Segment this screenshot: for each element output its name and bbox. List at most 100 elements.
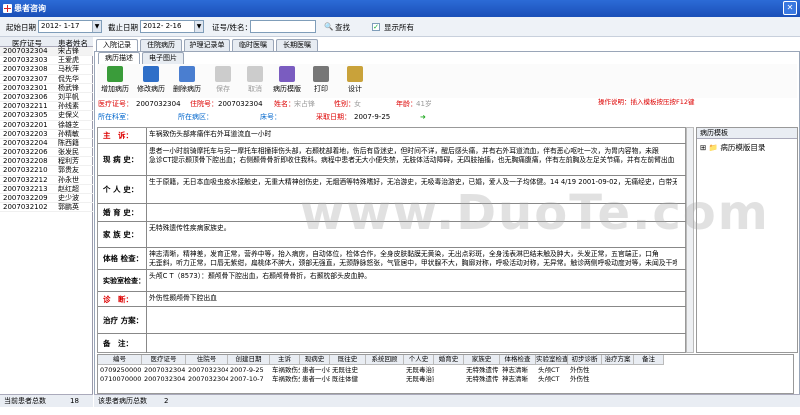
column-header[interactable]: 备注 [634, 355, 664, 365]
list-item[interactable]: 2007032213 赵红超 [0, 185, 93, 194]
tab-inpatient[interactable]: 住院病历 [140, 39, 182, 51]
tab-images[interactable]: 电子图片 [142, 52, 184, 64]
list-item[interactable]: 2007032211 孙线素 [0, 102, 93, 112]
list-item[interactable]: 2007032206 张发民 [0, 148, 93, 158]
table-cell[interactable]: 2007032304 [186, 375, 228, 383]
table-cell[interactable]: 无既毒治家 [404, 366, 434, 374]
records-grid: 编号 0709250000 0710070000 医疗证号 2007032304 2007… [97, 354, 794, 394]
column-header[interactable]: 现病史 [300, 355, 330, 365]
refresh-icon[interactable]: ➜ [420, 112, 426, 123]
start-date-picker[interactable]: 2012- 1-17 ▼ [38, 20, 102, 33]
close-button[interactable]: ✕ [783, 1, 797, 15]
column-header[interactable]: 既往史 [330, 355, 366, 365]
diagnosis-field[interactable]: 外伤性颞颅骨下腔出血 [149, 294, 677, 302]
column-header[interactable]: 婚育史 [434, 355, 464, 365]
design-button[interactable]: 设计 [337, 64, 373, 98]
dropdown-arrow-icon[interactable]: ▼ [194, 21, 203, 32]
template-button[interactable]: 病历模版 [269, 64, 305, 98]
binoculars-icon[interactable]: 🔍 [324, 22, 333, 31]
show-all-checkbox[interactable]: ✓ [372, 22, 380, 31]
watermark: www.DuoTe.com [300, 185, 770, 241]
table-cell[interactable]: 0710070000 [98, 375, 142, 383]
table-cell[interactable]: 2007032304 [142, 366, 186, 374]
template-tree-root[interactable]: ⊞ 📁 病历模版目录 [700, 142, 765, 153]
table-cell[interactable]: 头颅CT [536, 375, 568, 383]
present-illness-line2[interactable]: 急诊CT提示颞顶骨下腔出血；右侧颞骨骨折即收住我科。病程中患者无大小便失禁，无肢… [149, 156, 677, 164]
physical-exam-line1[interactable]: 神志清晰，精神差，发育正常，营养中等，抬入病房，自动体位，检体合作，全身皮肤黏膜… [149, 250, 677, 258]
dropdown-arrow-icon[interactable]: ▼ [92, 21, 101, 32]
complaint-field[interactable]: 车祸致伤头部疼痛伴右外耳道流血一小时 [149, 130, 677, 138]
list-item[interactable]: 2007032209 史少波 [0, 194, 93, 204]
column-header[interactable]: 个人史 [404, 355, 434, 365]
column-header[interactable]: 治疗方案 [602, 355, 634, 365]
table-cell[interactable]: 神志清晰 [500, 366, 536, 374]
column-header[interactable]: 创建日期 [228, 355, 270, 365]
list-item[interactable]: 2007032305 史保义 [0, 111, 93, 121]
table-cell[interactable]: 无既往史 [330, 366, 366, 374]
list-item[interactable]: 2007032201 徐雄芝 [0, 121, 93, 130]
table-cell[interactable]: 外伤性 [568, 366, 602, 374]
save-icon [215, 66, 231, 82]
table-cell[interactable]: 患者一小时前 [300, 366, 330, 374]
list-item[interactable]: 2007032306 刘平帆 [0, 93, 93, 103]
physical-exam-line2[interactable]: 无歪斜，听力正常，口唇无紫绀，扁桃体不肿大，颈部无强直，无颈静脉怒张，气管居中，… [149, 259, 677, 267]
list-item[interactable]: 2007032301 杨武锋 [0, 84, 93, 93]
list-item[interactable]: 2007032203 孙精敏 [0, 130, 93, 139]
table-cell[interactable]: 2007032304 [186, 366, 228, 374]
table-cell[interactable]: 车祸致伤头部 [270, 366, 300, 374]
list-item[interactable]: 2007032204 陈西籍 [0, 139, 93, 149]
table-cell[interactable]: 患者一小时前 [300, 375, 330, 383]
cancel-button[interactable]: 取消 [237, 64, 273, 98]
list-item[interactable]: 2007032303 王爱虎 [0, 56, 93, 66]
end-date-picker[interactable]: 2012- 2-16 ▼ [140, 20, 204, 33]
expand-icon[interactable]: ⊞ [700, 143, 706, 152]
id-name-label: 证号/姓名： [212, 23, 253, 32]
add-record-button[interactable]: 增加病历 [97, 64, 133, 98]
list-item[interactable]: 2007032304 宋占锋 [0, 47, 93, 57]
search-input[interactable] [250, 20, 316, 33]
tab-long-orders[interactable]: 长期医嘱 [276, 39, 318, 51]
table-cell[interactable]: 车祸致伤头 [270, 375, 300, 383]
column-header[interactable]: 体格检查 [500, 355, 536, 365]
tab-temp-orders[interactable]: 临时医嘱 [232, 39, 274, 51]
delete-record-button[interactable]: 删除病历 [169, 64, 205, 98]
column-header[interactable]: 家族史 [464, 355, 500, 365]
column-header[interactable]: 初步诊断 [568, 355, 602, 365]
name-value: 宋占锋 [294, 100, 315, 108]
list-item[interactable]: 2007032308 马秋萍 [0, 65, 93, 75]
table-cell[interactable]: 头颅CT [536, 366, 568, 374]
treatment-plan-label: 治疗 方案： [98, 307, 147, 333]
present-illness-line1[interactable]: 患者一小时前骑摩托车与另一摩托车相撞摔伤头部，右颞枕部着地，伤后有昏迷史，但时间… [149, 147, 677, 155]
save-button[interactable]: 保存 [205, 64, 241, 98]
lab-exam-field[interactable]: 头颅C T（8573）：颞颅骨下腔出血，右颞颅骨骨折，右颞枕部头皮血肿。 [149, 272, 677, 280]
table-cell[interactable]: 无既毒治家 [404, 375, 434, 383]
table-cell[interactable]: 外伤性 [568, 375, 602, 383]
edit-record-button[interactable]: 修改病历 [133, 64, 169, 98]
folder-icon: 📁 [708, 143, 719, 152]
table-cell[interactable]: 既往体健 [330, 375, 366, 383]
table-cell[interactable]: 2007-10-7 [228, 375, 270, 383]
column-header[interactable]: 住院号 [186, 355, 228, 365]
table-cell[interactable]: 无特殊遗传 [464, 366, 500, 374]
list-item[interactable]: 2007032210 郭贵友 [0, 166, 93, 176]
list-item[interactable]: 2007032208 程利芳 [0, 157, 93, 167]
table-cell[interactable]: 2007-9-25 [228, 366, 270, 374]
tab-nursing[interactable]: 护理记录单 [184, 39, 230, 51]
column-header[interactable]: 实验室检查 [536, 355, 568, 365]
find-button[interactable]: 查找 [335, 22, 350, 33]
patient-name: 杨武锋 [58, 83, 79, 92]
column-header[interactable]: 编号 [98, 355, 142, 365]
patient-name: 宋占锋 [58, 47, 79, 55]
list-item[interactable]: 2007032212 孙永世 [0, 176, 93, 185]
table-cell[interactable]: 无特殊遗传 [464, 375, 500, 383]
column-header[interactable]: 主诉 [270, 355, 300, 365]
table-cell[interactable]: 0709250000 [98, 366, 142, 374]
table-cell[interactable]: 2007032304 [142, 375, 186, 383]
column-header[interactable]: 系统回顾 [366, 355, 404, 365]
table-cell[interactable]: 神志清晰 [500, 375, 536, 383]
end-date-label: 截止日期 [108, 23, 138, 32]
column-header[interactable]: 医疗证号 [142, 355, 186, 365]
list-item[interactable]: 2007032307 侃先华 [0, 75, 93, 84]
print-button[interactable]: 打印 [303, 64, 339, 98]
list-item[interactable]: 2007032102 郭鹏英 [0, 203, 93, 213]
